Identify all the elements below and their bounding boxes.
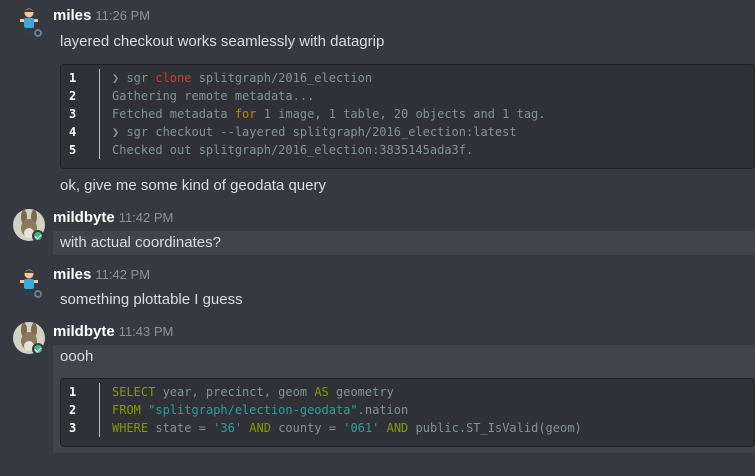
code-line: 3 WHERE state = '36' AND county = '061' … xyxy=(61,419,754,437)
code-token: "splitgraph/election-geodata" xyxy=(148,403,358,417)
code-line: 2 FROM "splitgraph/election-geodata".nat… xyxy=(61,401,754,419)
code-line: 4 ❯ sgr checkout --layered splitgraph/20… xyxy=(61,123,754,141)
code-token: public.ST_IsValid(geom) xyxy=(408,421,582,435)
code-token: state = xyxy=(148,421,214,435)
code-token: AS xyxy=(314,385,329,399)
code-token: clone xyxy=(155,71,192,85)
line-number: 1 xyxy=(69,71,77,85)
code-token: 1 image, 1 table, 20 objects and 1 tag. xyxy=(256,107,546,121)
code-line: 1 ❯ sgr clone splitgraph/2016_election xyxy=(61,69,754,87)
code-token: '36' xyxy=(213,421,243,435)
code-content: Fetched metadata for 1 image, 1 table, 2… xyxy=(99,105,754,123)
code-token: FROM xyxy=(112,403,141,417)
code-line: 1 SELECT year, precinct, geom AS geometr… xyxy=(61,383,754,401)
status-offline-icon xyxy=(32,27,44,39)
code-token: .nation xyxy=(357,403,409,417)
author-name[interactable]: mildbyte 11:43 PM xyxy=(53,323,173,340)
code-line: 3 Fetched metadata for 1 image, 1 table,… xyxy=(61,105,754,123)
code-content: ❯ sgr clone splitgraph/2016_election xyxy=(99,69,754,87)
code-line: 5 Checked out splitgraph/2016_election:3… xyxy=(61,141,754,159)
code-token: SELECT xyxy=(112,385,156,399)
code-token: for xyxy=(234,107,257,121)
code-token: ❯ sgr xyxy=(112,71,156,85)
message-text: ok, give me some kind of geodata query xyxy=(53,174,755,198)
code-token: AND xyxy=(249,421,271,435)
code-content: Gathering remote metadata... xyxy=(99,87,754,105)
author-label[interactable]: mildbyte xyxy=(53,323,115,340)
message-text-content: layered checkout works seamlessly with d… xyxy=(60,33,385,50)
code-content: FROM "splitgraph/election-geodata".natio… xyxy=(99,401,754,419)
message-text-content: with actual coordinates? xyxy=(60,234,221,251)
code-content: SELECT year, precinct, geom AS geometry xyxy=(99,383,754,401)
author-name[interactable]: miles 11:26 PM xyxy=(53,7,150,24)
code-token: geometry xyxy=(328,385,394,399)
line-number: 5 xyxy=(69,143,77,157)
author-name[interactable]: mildbyte 11:42 PM xyxy=(53,209,173,226)
author-name[interactable]: miles 11:42 PM xyxy=(53,266,150,283)
code-content: ❯ sgr checkout --layered splitgraph/2016… xyxy=(99,123,754,141)
code-content: WHERE state = '36' AND county = '061' AN… xyxy=(99,419,754,437)
code-token: AND xyxy=(386,421,409,435)
line-number: 4 xyxy=(69,125,77,139)
code-token: WHERE xyxy=(112,421,149,435)
author-label[interactable]: miles xyxy=(53,266,91,283)
code-line: 2 Gathering remote metadata... xyxy=(61,87,754,105)
message-text: layered checkout works seamlessly with d… xyxy=(53,30,755,54)
message-text-content: something plottable I guess xyxy=(60,291,243,308)
status-online-icon xyxy=(32,230,44,242)
timestamp: 11:42 PM xyxy=(95,267,151,282)
code-token: year, precinct, geom xyxy=(155,385,315,399)
message-text: something plottable I guess xyxy=(53,288,755,312)
line-number: 1 xyxy=(69,385,77,399)
status-offline-icon xyxy=(32,288,44,300)
timestamp: 11:26 PM xyxy=(95,8,151,23)
code-token: county = xyxy=(270,421,344,435)
code-token: Fetched metadata xyxy=(112,107,235,121)
message-text-content: oooh xyxy=(60,348,94,365)
line-number: 3 xyxy=(69,107,77,121)
author-label[interactable]: mildbyte xyxy=(53,209,115,226)
line-number: 3 xyxy=(69,421,77,435)
code-block: 1 ❯ sgr clone splitgraph/2016_election 2… xyxy=(60,64,755,169)
timestamp: 11:43 PM xyxy=(118,324,174,339)
timestamp: 11:42 PM xyxy=(118,210,174,225)
code-content: Checked out splitgraph/2016_election:383… xyxy=(99,141,754,159)
code-block: 1 SELECT year, precinct, geom AS geometr… xyxy=(60,378,755,447)
message-text: with actual coordinates? xyxy=(53,231,755,255)
line-number: 2 xyxy=(69,403,77,417)
message-text-content: ok, give me some kind of geodata query xyxy=(60,177,326,194)
author-label[interactable]: miles xyxy=(53,7,91,24)
status-online-icon xyxy=(32,343,44,355)
code-token: splitgraph/2016_election xyxy=(191,71,373,85)
code-token: '061' xyxy=(343,421,380,435)
line-number: 2 xyxy=(69,89,77,103)
